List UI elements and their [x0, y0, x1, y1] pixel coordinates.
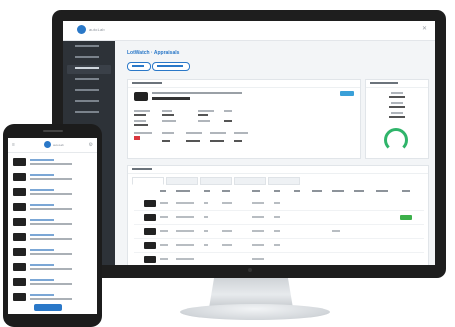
desktop-monitor: autoLab ✕ LotWatch · Appraisals [52, 10, 446, 278]
sidebar-item[interactable] [67, 43, 111, 52]
phone-action-button[interactable] [34, 304, 62, 311]
list-item[interactable] [11, 231, 94, 243]
list-item[interactable] [11, 171, 94, 183]
toolbar-button-1[interactable] [127, 62, 151, 71]
power-led [248, 268, 252, 272]
mobile-phone: ≡ autoLab ⚙ [3, 124, 102, 327]
logo-icon [44, 141, 51, 148]
monitor-stand [180, 304, 330, 320]
phone-screen: ≡ autoLab ⚙ [8, 138, 97, 314]
list-item[interactable] [11, 291, 94, 303]
list-item[interactable] [11, 261, 94, 273]
tab[interactable] [132, 177, 164, 185]
phone-brand-name: autoLab [53, 142, 64, 147]
table-header [134, 188, 424, 194]
table-row[interactable] [134, 254, 424, 265]
sidebar-item[interactable] [67, 87, 111, 96]
score-gauge [384, 128, 408, 152]
status-badge [400, 215, 412, 220]
sidebar-item-active[interactable] [67, 65, 111, 74]
tab[interactable] [268, 177, 300, 185]
product-mockup: autoLab ✕ LotWatch · Appraisals ≡ autoLa… [0, 0, 455, 327]
monitor-screen: autoLab ✕ LotWatch · Appraisals [63, 21, 435, 265]
table-row[interactable] [134, 198, 424, 211]
summary-header [128, 80, 360, 88]
vehicle-image [134, 92, 148, 101]
page-title: LotWatch · Appraisals [127, 50, 180, 56]
logo-icon [77, 25, 86, 34]
list-item[interactable] [11, 216, 94, 228]
main-content: LotWatch · Appraisals [119, 41, 431, 265]
panel-header [366, 80, 428, 88]
table-row[interactable] [134, 212, 424, 225]
sidebar-item[interactable] [67, 76, 111, 85]
alert-indicator [134, 136, 140, 140]
list-item[interactable] [11, 201, 94, 213]
tab[interactable] [234, 177, 266, 185]
listings-card [127, 165, 429, 265]
toolbar-button-2[interactable] [152, 62, 190, 71]
sidebar-item[interactable] [67, 54, 111, 63]
gear-icon[interactable]: ⚙ [89, 142, 93, 148]
app-topbar: autoLab ✕ [63, 21, 435, 41]
close-icon[interactable]: ✕ [422, 25, 427, 32]
tab-bar [132, 177, 300, 185]
table-row[interactable] [134, 226, 424, 239]
status-badge [340, 91, 354, 96]
brand-name: autoLab [89, 27, 105, 32]
list-item[interactable] [11, 156, 94, 168]
list-item[interactable] [11, 276, 94, 288]
sidebar-item[interactable] [67, 109, 111, 118]
vehicle-description [152, 92, 242, 94]
phone-header: ≡ autoLab ⚙ [8, 138, 97, 153]
vehicle-summary-card [127, 79, 361, 159]
brand-logo[interactable]: autoLab [77, 25, 105, 34]
table-row[interactable] [134, 240, 424, 253]
list-item[interactable] [11, 246, 94, 258]
menu-icon[interactable]: ≡ [12, 142, 15, 148]
phone-speaker [43, 130, 63, 132]
tab[interactable] [166, 177, 198, 185]
appraisal-panel [365, 79, 429, 159]
list-item[interactable] [11, 186, 94, 198]
sidebar-item[interactable] [67, 98, 111, 107]
phone-brand-logo[interactable]: autoLab [44, 141, 64, 148]
tab[interactable] [200, 177, 232, 185]
vehicle-price [152, 97, 190, 100]
listings-header [128, 166, 428, 174]
